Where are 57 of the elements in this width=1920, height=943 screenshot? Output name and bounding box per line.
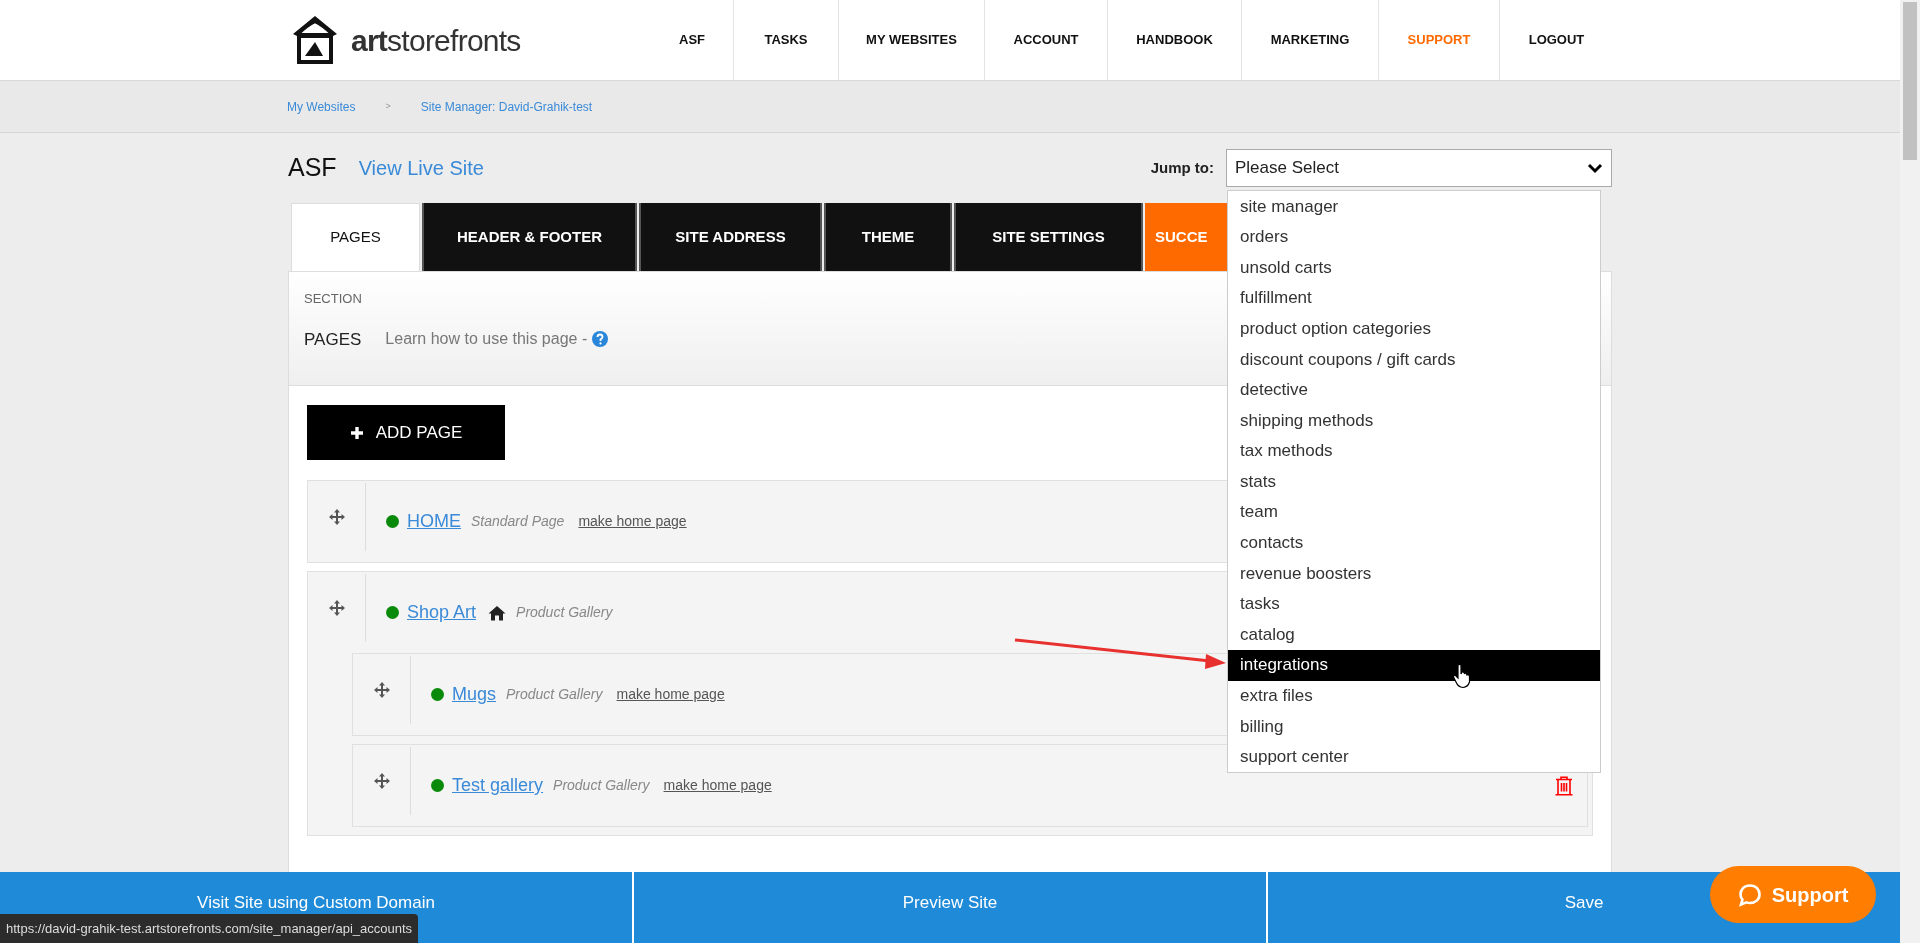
page-type: Standard Page [471,512,565,531]
trash-icon[interactable] [1555,775,1573,796]
logo-text[interactable]: artstorefronts [351,17,521,63]
dropdown-option[interactable]: fulfillment [1228,282,1600,314]
nav-link[interactable]: LOGOUT [1499,0,1613,80]
help-icon[interactable] [592,331,609,348]
tab[interactable]: HEADER & FOOTER [422,203,637,271]
nav-link[interactable]: ACCOUNT [984,0,1107,80]
dropdown-option[interactable]: tasks [1228,588,1600,620]
page-type: Product Gallery [506,685,603,704]
tab[interactable]: SITE SETTINGS [954,203,1143,271]
page-title: ASF [288,152,337,184]
make-home-page-link[interactable]: make home page [616,684,725,705]
chat-icon [1737,882,1762,907]
nav-link[interactable]: TASKS [733,0,838,80]
scrollbar[interactable] [1900,0,1920,943]
nav-link[interactable]: MY WEBSITES [838,0,984,80]
jump-to-select[interactable]: Please Select [1226,149,1612,187]
move-icon[interactable] [372,772,391,790]
plus-icon [349,425,364,440]
dropdown-option[interactable]: billing [1228,711,1600,742]
dropdown-option[interactable]: stats [1228,466,1600,497]
move-icon[interactable] [327,599,346,617]
tab[interactable]: PAGES [291,203,420,271]
dropdown-option[interactable]: extra files [1228,680,1600,712]
section-title: PAGES [304,328,362,351]
chevron-down-icon [1587,162,1603,174]
home-icon [488,604,507,621]
section-label: SECTION [304,290,362,308]
breadcrumb-separator: > [385,99,391,113]
tab[interactable]: SITE ADDRESS [639,203,822,271]
dropdown-option[interactable]: product option categories [1228,313,1600,344]
make-home-page-link[interactable]: make home page [663,775,772,796]
jump-to-label: Jump to: [1150,157,1214,178]
dropdown-option[interactable]: contacts [1228,527,1600,559]
dropdown-option[interactable]: shipping methods [1228,405,1600,436]
dropdown-option[interactable]: tax methods [1228,435,1600,467]
help-text: Learn how to use this page - [385,329,588,350]
nav-link[interactable]: HANDBOOK [1107,0,1241,80]
dropdown-option[interactable]: discount coupons / gift cards [1228,343,1600,375]
tab[interactable]: THEME [824,203,952,271]
dropdown-option[interactable]: revenue boosters [1228,558,1600,589]
dropdown-option[interactable]: catalog [1228,619,1600,650]
move-icon[interactable] [327,508,346,526]
status-url-tooltip: https://david-grahik-test.artstorefronts.com/site_manager/api_accounts [0,914,419,943]
nav-link[interactable]: MARKETING [1241,0,1378,80]
move-icon[interactable] [372,681,391,699]
dropdown-option[interactable]: team [1228,496,1600,528]
nav-link[interactable]: ASF [651,0,733,80]
add-page-button[interactable]: ADD PAGE [307,405,505,460]
make-home-page-link[interactable]: make home page [578,511,687,532]
dropdown-option[interactable]: detective [1228,374,1600,406]
hand-cursor-icon [1452,663,1472,689]
dropdown-option[interactable]: integrations [1228,649,1600,681]
page-type: Product Gallery [516,603,613,622]
dropdown-option[interactable]: support center [1228,741,1600,773]
page-type: Product Gallery [553,776,650,795]
